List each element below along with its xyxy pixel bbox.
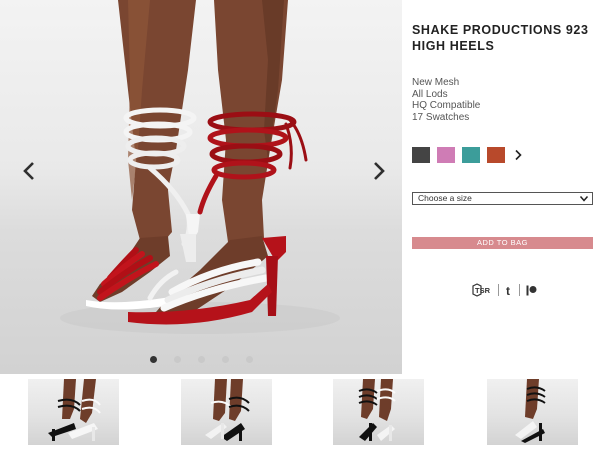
product-main-image: [60, 0, 340, 334]
social-separator: [498, 284, 499, 296]
patreon-icon[interactable]: [526, 285, 537, 296]
gallery-prev-arrow[interactable]: [18, 158, 40, 184]
chevron-left-icon: [23, 162, 34, 180]
size-select-value: Choose a size: [418, 193, 472, 203]
product-title: SHAKE PRODUCTIONS 923 HIGH HEELS: [412, 23, 589, 53]
gallery-next-arrow[interactable]: [368, 158, 390, 184]
tumblr-icon[interactable]: t: [505, 284, 513, 297]
tumblr-label: t: [506, 284, 510, 297]
tsr-label: TSR: [475, 286, 491, 295]
social-separator: [519, 284, 520, 296]
color-swatch[interactable]: [437, 147, 455, 163]
gallery-dot[interactable]: [246, 356, 253, 363]
social-links: TSR t: [472, 283, 537, 297]
thumbnail-image: [358, 379, 396, 441]
chevron-right-icon: [515, 149, 522, 161]
chevron-down-icon: [579, 196, 589, 202]
thumbnail-image: [515, 379, 546, 443]
feature-item: All Lods: [412, 88, 448, 100]
feature-item: 17 Swatches: [412, 111, 470, 123]
more-swatches-button[interactable]: [512, 147, 524, 163]
gallery-dot[interactable]: [150, 356, 157, 363]
gallery-dot[interactable]: [222, 356, 229, 363]
color-swatch[interactable]: [462, 147, 480, 163]
thumbnail[interactable]: [333, 379, 424, 445]
chevron-right-icon: [374, 162, 385, 180]
color-swatch[interactable]: [412, 147, 430, 163]
product-features: New Mesh All Lods HQ Compatible 17 Swatc…: [412, 77, 480, 123]
gallery-dot[interactable]: [198, 356, 205, 363]
add-to-bag-button[interactable]: ADD TO BAG: [412, 237, 593, 249]
thumbnail[interactable]: [487, 379, 578, 445]
gallery-dot[interactable]: [174, 356, 181, 363]
size-select[interactable]: Choose a size: [412, 192, 593, 205]
color-swatches: [412, 147, 524, 163]
thumbnail[interactable]: [28, 379, 119, 445]
feature-item: HQ Compatible: [412, 100, 481, 111]
feature-item: New Mesh: [412, 77, 460, 88]
gallery-pagination: [150, 356, 253, 363]
tsr-icon[interactable]: TSR: [472, 283, 492, 297]
product-image-gallery: [0, 0, 402, 374]
thumbnail-image: [205, 379, 250, 441]
thumbnail[interactable]: [181, 379, 272, 445]
color-swatch[interactable]: [487, 147, 505, 163]
thumbnail-image: [48, 379, 101, 441]
thumbnail-strip: [0, 378, 600, 450]
